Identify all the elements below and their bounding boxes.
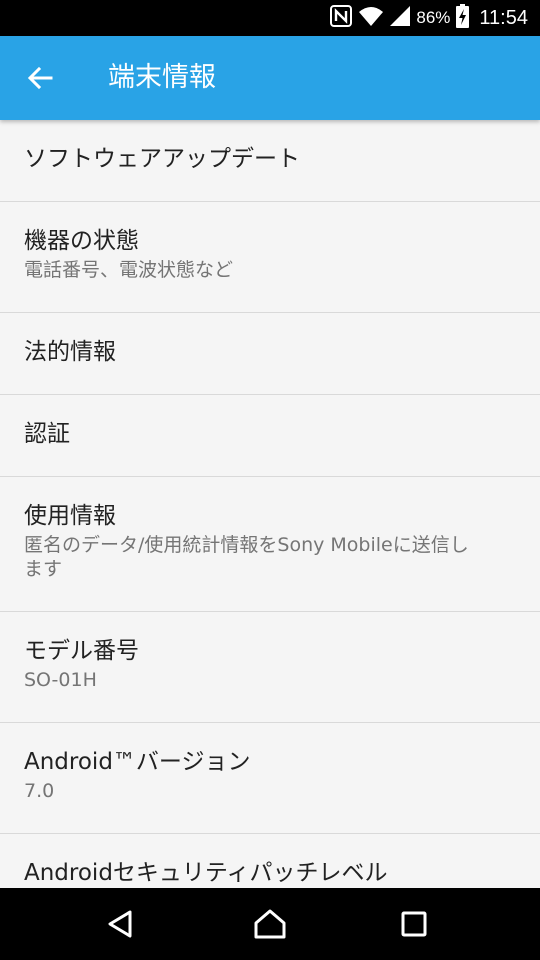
wifi-icon [358,5,384,31]
settings-list: ソフトウェアアップデート 機器の状態 電話番号、電波状態など 法的情報 認証 使… [0,120,540,888]
list-item-subtitle: 電話番号、電波状態など [24,259,234,281]
list-item-device-status[interactable]: 機器の状態 電話番号、電波状態など [0,202,540,313]
list-item-title: ソフトウェアアップデート [24,146,300,172]
list-item-title: 使用情報 [24,503,116,529]
recents-icon [401,911,427,937]
list-item-title: Androidセキュリティパッチレベル [24,860,388,886]
list-item-subtitle-line-1: 匿名のデータ/使用統計情報をSony Mobileに送信し [24,534,469,556]
list-item-subtitle: 7.0 [24,780,55,802]
status-icons: 86% 11:54 [330,0,528,36]
list-item-security-patch-level[interactable]: Androidセキュリティパッチレベル [0,834,540,888]
nfc-icon [330,5,353,31]
clock: 11:54 [479,6,528,29]
status-bar: 86% 11:54 [0,0,540,36]
list-item-usage-info[interactable]: 使用情報 匿名のデータ/使用統計情報をSony Mobileに送信し ます [0,477,540,612]
battery-charging-icon [456,4,470,32]
nav-recents-button[interactable] [392,902,436,946]
list-item-title: 法的情報 [24,339,116,365]
triangle-back-icon [108,910,132,938]
screen: 86% 11:54 端末情報 ソフトウェアアップデート 機器の状態 電話番号、電… [0,0,540,960]
list-item-subtitle-line-2: ます [24,558,63,580]
page-title: 端末情報 [108,62,216,93]
list-item-title: Android™バージョン [24,749,251,775]
list-item-title: 認証 [24,421,70,447]
navigation-bar [0,888,540,960]
list-item-title: 機器の状態 [24,228,139,254]
list-item-model-number[interactable]: モデル番号 SO-01H [0,612,540,723]
battery-percent: 86% [416,8,451,27]
list-item-title: モデル番号 [24,638,139,664]
list-item-software-update[interactable]: ソフトウェアアップデート [0,120,540,202]
list-item-certification[interactable]: 認証 [0,395,540,477]
nav-back-button[interactable] [98,902,142,946]
back-button[interactable] [18,56,62,100]
signal-icon [390,6,411,30]
list-item-legal-info[interactable]: 法的情報 [0,313,540,395]
home-icon [254,909,286,939]
nav-home-button[interactable] [248,902,292,946]
list-item-android-version[interactable]: Android™バージョン 7.0 [0,723,540,834]
app-bar: 端末情報 [0,36,540,120]
list-item-subtitle: SO-01H [24,669,97,691]
arrow-back-icon [27,66,53,90]
